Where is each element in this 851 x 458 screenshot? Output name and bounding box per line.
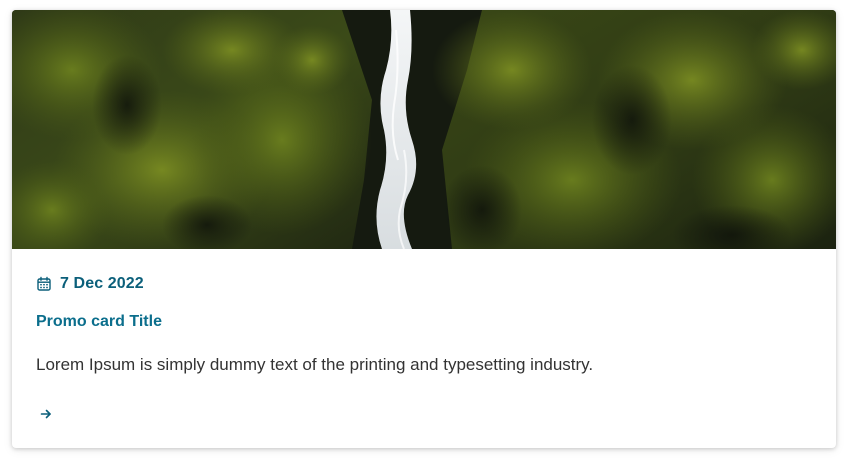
arrow-right-icon: [40, 409, 51, 419]
date-text: 7 Dec 2022: [60, 275, 144, 292]
card-title[interactable]: Promo card Title: [36, 313, 162, 331]
read-more-link[interactable]: [36, 404, 56, 424]
card-description: Lorem Ipsum is simply dummy text of the …: [36, 355, 594, 374]
page: 7 Dec 2022 Promo card Title Lorem Ipsum …: [0, 0, 851, 458]
waterfall-landscape-image: [12, 10, 836, 249]
calendar-icon: [36, 276, 52, 292]
card-image[interactable]: [12, 10, 836, 249]
date-row: 7 Dec 2022: [36, 275, 144, 293]
promo-card: 7 Dec 2022 Promo card Title Lorem Ipsum …: [12, 10, 836, 448]
card-body: 7 Dec 2022 Promo card Title Lorem Ipsum …: [12, 249, 836, 448]
